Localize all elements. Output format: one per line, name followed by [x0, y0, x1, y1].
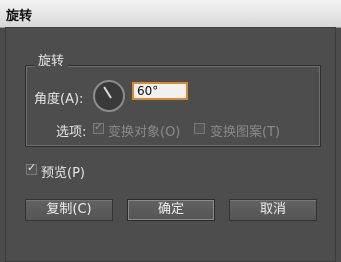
window-title: 旋转: [6, 9, 33, 24]
preview-checkbox[interactable]: ✓: [26, 161, 37, 175]
title-bar[interactable]: 旋转: [0, 0, 341, 28]
check-icon: ✓: [94, 120, 104, 133]
angle-label: 角度(A):: [34, 92, 84, 107]
copy-button[interactable]: 复制(C): [25, 199, 113, 221]
angle-input[interactable]: [132, 82, 188, 100]
transform-patterns-label: 变换图案(T): [210, 125, 281, 140]
transform-objects-label: 变换对象(O): [108, 125, 181, 140]
rotate-dialog: 旋转 旋转 角度(A): 选项: ✓ 变换对象(O) 变换图案(T) ✓ 预览(…: [0, 0, 341, 262]
preview-label: 预览(P): [41, 166, 85, 181]
dial-hand-icon: [103, 86, 112, 99]
group-title: 旋转: [34, 50, 69, 69]
options-label: 选项:: [56, 125, 87, 140]
check-icon: ✓: [27, 161, 37, 174]
transform-objects-checkbox[interactable]: ✓: [93, 120, 104, 134]
transform-patterns-checkbox[interactable]: [194, 123, 205, 134]
cancel-button[interactable]: 取消: [229, 199, 317, 221]
angle-dial[interactable]: [93, 80, 125, 112]
ok-button[interactable]: 确定: [127, 199, 215, 221]
